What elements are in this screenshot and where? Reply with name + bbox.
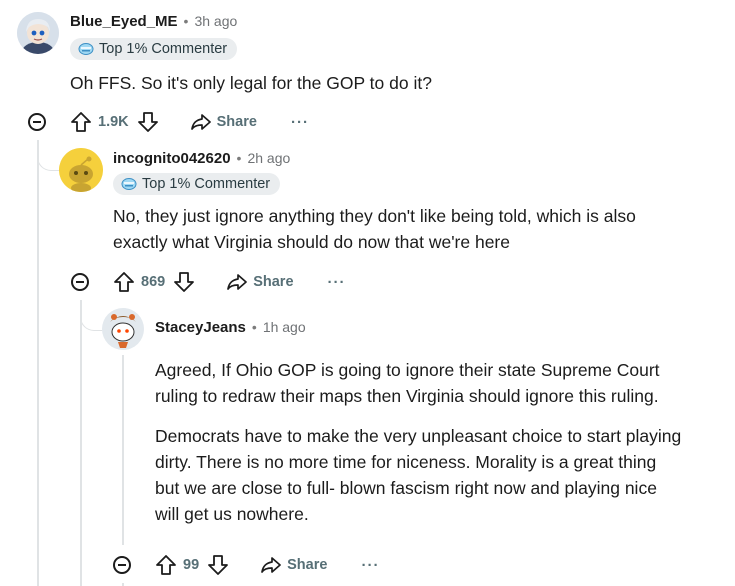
separator-dot: • (183, 13, 189, 29)
thread-line-level-3 (122, 355, 124, 545)
thread-connector-2 (80, 300, 103, 331)
timestamp[interactable]: 1h ago (263, 319, 306, 335)
share-label: Share (287, 557, 328, 573)
thread-connector-1 (37, 140, 60, 171)
share-icon (190, 114, 211, 130)
flair-text: Top 1% Commenter (142, 176, 271, 192)
body-line: Democrats have to make the very unpleasa… (155, 426, 682, 446)
comment-actions: 869 Share ··· (113, 270, 346, 294)
comment-header: StaceyJeans • 1h ago (155, 317, 306, 337)
share-label: Share (216, 114, 257, 130)
timestamp[interactable]: 3h ago (194, 13, 237, 29)
upvote-icon[interactable] (113, 271, 135, 293)
flair-text: Top 1% Commenter (99, 41, 228, 57)
share-button[interactable]: Share (227, 273, 294, 291)
body-line: dirty. There is no more time for nicenes… (155, 452, 657, 472)
share-label: Share (253, 274, 294, 290)
body-line: Agreed, If Ohio GOP is going to ignore t… (155, 360, 660, 380)
thread-line-level-2 (80, 300, 82, 586)
collapse-thread-button[interactable] (113, 556, 131, 574)
more-options-button[interactable]: ··· (328, 274, 346, 291)
separator-dot: • (236, 150, 242, 166)
share-icon (227, 274, 248, 290)
comment-body: Agreed, If Ohio GOP is going to ignore t… (155, 357, 725, 527)
vote-count: 99 (183, 557, 200, 573)
vote-count: 869 (141, 274, 166, 290)
downvote-icon[interactable] (173, 271, 195, 293)
body-line: will get us nowhere. (155, 504, 309, 524)
share-button[interactable]: Share (190, 113, 257, 131)
top-commenter-badge-icon (121, 178, 137, 190)
top-commenter-badge-icon (78, 43, 94, 55)
downvote-icon[interactable] (137, 111, 159, 133)
user-flair: Top 1% Commenter (113, 173, 281, 195)
timestamp[interactable]: 2h ago (247, 150, 290, 166)
collapse-thread-button[interactable] (71, 273, 89, 291)
body-line: ruling to redraw their maps then Virgini… (155, 386, 659, 406)
more-options-button[interactable]: ··· (291, 114, 309, 131)
comment-header: incognito042620 • 2h ago (113, 148, 290, 168)
avatar[interactable] (59, 148, 103, 192)
upvote-icon[interactable] (155, 554, 177, 576)
username[interactable]: Blue_Eyed_ME (70, 13, 178, 30)
user-flair: Top 1% Commenter (70, 38, 238, 60)
body-paragraph: Democrats have to make the very unpleasa… (155, 423, 725, 527)
comment-body: Oh FFS. So it's only legal for the GOP t… (70, 73, 432, 93)
comment-actions: 99 Share ··· (155, 553, 379, 577)
comment-header: Blue_Eyed_ME • 3h ago (70, 11, 237, 31)
downvote-icon[interactable] (207, 554, 229, 576)
body-paragraph: Agreed, If Ohio GOP is going to ignore t… (155, 357, 725, 409)
avatar[interactable] (102, 308, 144, 350)
upvote-icon[interactable] (70, 111, 92, 133)
comment-body: No, they just ignore anything they don't… (113, 203, 713, 255)
separator-dot: • (251, 319, 257, 335)
username[interactable]: incognito042620 (113, 150, 231, 167)
more-options-button[interactable]: ··· (361, 557, 379, 574)
comment-actions: 1.9K Share ··· (70, 110, 309, 134)
thread-line-level-1 (37, 140, 39, 586)
avatar[interactable] (17, 12, 59, 54)
body-line: but we are close to full- blown fascism … (155, 478, 657, 498)
share-button[interactable]: Share (261, 556, 327, 574)
collapse-thread-button[interactable] (28, 113, 46, 131)
vote-count: 1.9K (98, 114, 129, 130)
share-icon (261, 557, 281, 573)
body-line: exactly what Virginia should do now that… (113, 232, 510, 252)
body-line: No, they just ignore anything they don't… (113, 206, 636, 226)
username[interactable]: StaceyJeans (155, 319, 246, 336)
